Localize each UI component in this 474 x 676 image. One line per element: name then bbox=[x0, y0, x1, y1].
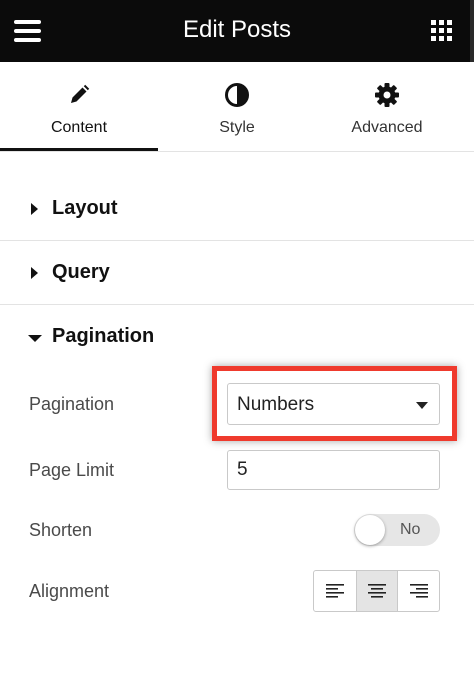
caret-right-icon bbox=[31, 267, 38, 279]
section-title-pagination: Pagination bbox=[52, 325, 155, 347]
pencil-icon bbox=[0, 82, 158, 108]
tab-label-advanced: Advanced bbox=[351, 119, 423, 136]
align-left-button[interactable] bbox=[314, 571, 356, 611]
tab-advanced[interactable]: Advanced bbox=[308, 62, 466, 152]
panel-title: Edit Posts bbox=[182, 16, 292, 43]
align-center-icon bbox=[368, 584, 386, 598]
align-left-icon bbox=[326, 584, 344, 598]
section-query[interactable]: Query bbox=[0, 241, 474, 305]
align-right-button[interactable] bbox=[398, 571, 439, 611]
tab-label-content: Content bbox=[50, 119, 108, 136]
section-title-layout: Layout bbox=[52, 197, 118, 219]
tab-style[interactable]: Style bbox=[158, 62, 316, 152]
caret-down-icon bbox=[28, 335, 42, 342]
tabs-divider bbox=[0, 151, 474, 152]
align-right-icon bbox=[410, 584, 428, 598]
tab-content[interactable]: Content bbox=[0, 62, 158, 152]
section-title-query: Query bbox=[52, 261, 110, 283]
panel-tabs: Content Style Advanced bbox=[0, 62, 474, 152]
half-circle-contrast-icon bbox=[158, 82, 316, 108]
align-center-button[interactable] bbox=[356, 571, 398, 611]
grid-apps-icon[interactable] bbox=[431, 20, 453, 42]
shorten-toggle-text: No bbox=[400, 521, 421, 538]
section-layout[interactable]: Layout bbox=[0, 177, 474, 241]
gear-icon bbox=[308, 82, 466, 108]
toggle-knob bbox=[355, 515, 385, 545]
alignment-label: Alignment bbox=[29, 581, 110, 601]
highlight-annotation bbox=[212, 366, 457, 441]
page-limit-label: Page Limit bbox=[29, 460, 115, 480]
page-limit-input[interactable] bbox=[227, 450, 440, 490]
tab-label-style: Style bbox=[219, 119, 255, 136]
alignment-button-group bbox=[313, 570, 440, 612]
pagination-type-label: Pagination bbox=[29, 394, 115, 414]
panel-edge bbox=[470, 0, 474, 62]
top-bar: Edit Posts bbox=[0, 0, 474, 62]
shorten-toggle[interactable]: No bbox=[354, 514, 440, 546]
shorten-label: Shorten bbox=[29, 520, 93, 540]
caret-right-icon bbox=[31, 203, 38, 215]
section-pagination[interactable]: Pagination bbox=[0, 305, 474, 361]
